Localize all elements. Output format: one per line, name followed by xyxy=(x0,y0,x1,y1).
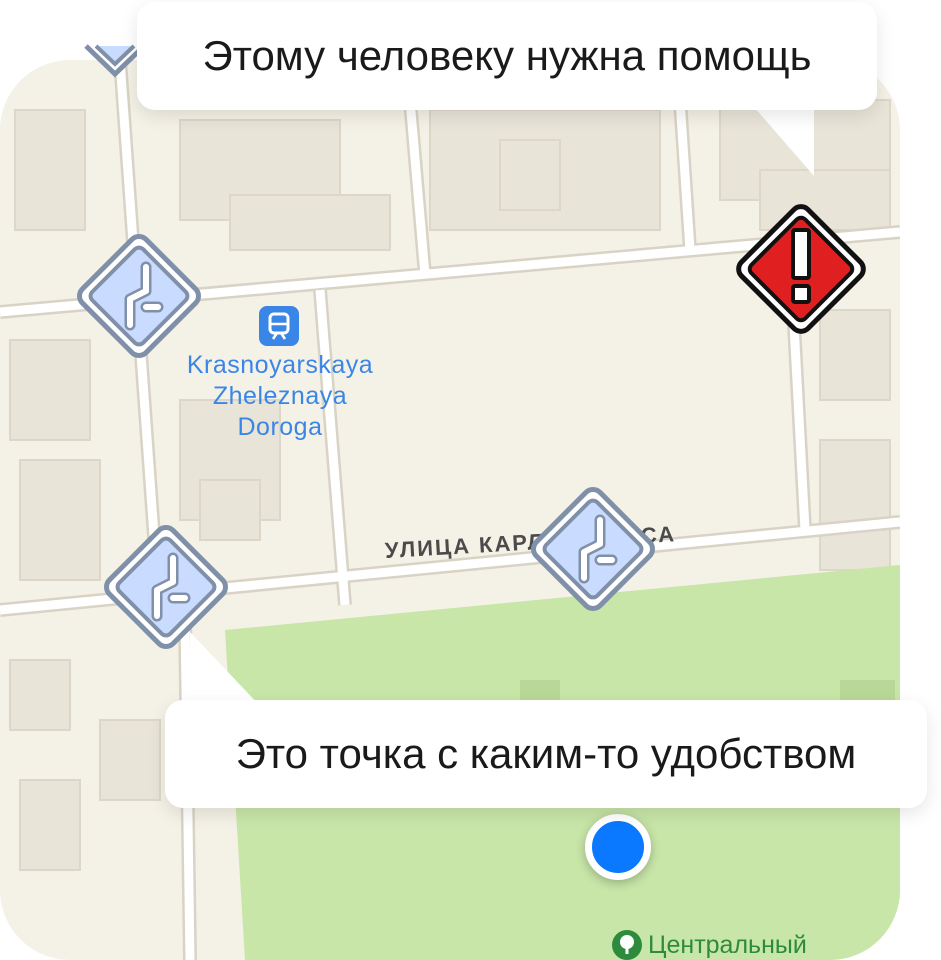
park-label-text: Центральный xyxy=(648,930,807,959)
amenity-marker[interactable] xyxy=(522,478,664,620)
road-junction-icon xyxy=(77,234,201,358)
train-station-icon[interactable] xyxy=(259,306,299,346)
map-view[interactable]: Krasnoyarskaya Zheleznaya Doroga УЛИЦА К… xyxy=(0,60,900,960)
amenity-callout: Это точка с каким-то удобством xyxy=(165,700,927,808)
amenity-callout-text: Это точка с каким-то удобством xyxy=(235,730,857,777)
amenity-marker[interactable] xyxy=(68,225,210,367)
exclamation-icon xyxy=(736,204,866,334)
help-marker[interactable] xyxy=(728,196,874,342)
tree-icon xyxy=(612,930,642,960)
user-location-dot[interactable] xyxy=(585,814,651,880)
help-callout-tail xyxy=(748,100,814,176)
poi-label-line: Doroga xyxy=(237,413,323,441)
help-callout-text: Этому человеку нужна помощь xyxy=(202,32,812,79)
map-base-layer xyxy=(0,60,900,960)
park-label[interactable]: Центральный xyxy=(612,930,807,960)
amenity-callout-tail xyxy=(190,632,262,708)
help-callout: Этому человеку нужна помощь xyxy=(137,2,877,110)
road-junction-icon xyxy=(531,487,655,611)
poi-label-line: Zheleznaya xyxy=(212,382,348,410)
